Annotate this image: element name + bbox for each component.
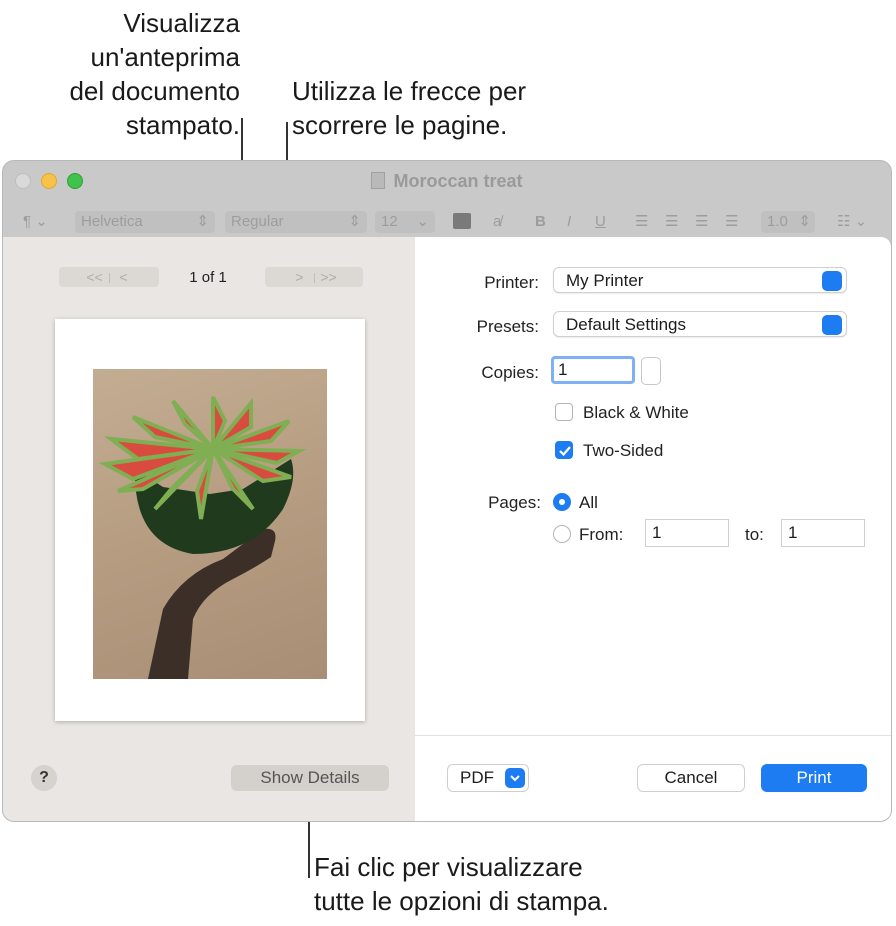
justify-icon: ☰: [725, 213, 739, 230]
presets-label: Presets:: [476, 317, 539, 336]
font-style-select[interactable]: Regular ⇕: [225, 211, 367, 233]
pdf-menu-button[interactable]: PDF: [447, 764, 529, 792]
align-right-icon: ☰: [695, 213, 709, 230]
pages-all-label: All: [579, 493, 598, 512]
justify-button[interactable]: ☰: [725, 211, 738, 233]
help-button[interactable]: ?: [31, 765, 57, 791]
presets-value: Default Settings: [566, 315, 687, 334]
italic-button[interactable]: I: [567, 211, 571, 233]
pages-range-radio[interactable]: [553, 525, 571, 543]
underline-button[interactable]: U: [595, 211, 606, 233]
chevron-down-icon: ⌄: [416, 213, 429, 230]
callout-arrows-line: Utilizza le frecce per: [292, 76, 527, 106]
printer-value: My Printer: [566, 271, 644, 290]
callout-preview-line: del documento: [69, 76, 240, 106]
two-sided-label: Two-Sided: [583, 441, 664, 460]
font-family-select[interactable]: Helvetica ⇕: [75, 211, 215, 233]
previous-page-button[interactable]: <: [110, 267, 138, 287]
title-bar: Moroccan treat: [3, 161, 891, 203]
print-sheet: << < 1 of 1 > >> ? Show Details Printer:…: [3, 237, 891, 821]
callout-arrows-line: scorrere le pagine.: [292, 110, 508, 140]
align-center-button[interactable]: ☰: [665, 211, 678, 233]
font-size-select[interactable]: 12 ⌄: [375, 211, 435, 233]
highlight-color-button[interactable]: a̸: [493, 211, 501, 233]
black-white-label: Black & White: [583, 403, 689, 422]
line-spacing-select[interactable]: 1.0 ⇕: [761, 211, 815, 233]
callout-details-line: Fai clic per visualizzare: [314, 852, 583, 882]
two-sided-checkbox[interactable]: [555, 441, 573, 459]
line-spacing-value: 1.0: [767, 213, 788, 230]
font-size-value: 12: [381, 213, 398, 230]
callout-arrows: Utilizza le frecce per scorrere le pagin…: [292, 74, 526, 142]
last-page-button[interactable]: >>: [315, 267, 343, 287]
page-count: 1 of 1: [189, 269, 227, 286]
presets-select[interactable]: Default Settings: [553, 311, 847, 337]
textedit-window: Moroccan treat ¶ ⌄ Helvetica ⇕ Regular ⇕ 1…: [2, 160, 892, 822]
preview-pane: << < 1 of 1 > >> ? Show Details: [3, 237, 415, 821]
watermelon-photo: [93, 369, 327, 679]
font-style-value: Regular: [231, 213, 284, 230]
copies-label: Copies:: [481, 363, 539, 382]
select-arrows-icon: ⇕: [798, 213, 811, 230]
page-preview: [55, 319, 365, 721]
select-arrows-icon: [822, 271, 842, 291]
text-color-swatch[interactable]: [453, 213, 471, 229]
align-center-icon: ☰: [665, 213, 679, 230]
callout-details-line: tutte le opzioni di stampa.: [314, 886, 609, 916]
callout-preview-line: Visualizza: [123, 8, 240, 38]
align-left-button[interactable]: ☰: [635, 211, 648, 233]
highlight-icon: a̸: [493, 213, 502, 230]
copies-stepper[interactable]: [641, 357, 661, 385]
bold-button[interactable]: B: [535, 211, 546, 233]
document-icon: [371, 172, 386, 189]
pages-from-label: From:: [579, 525, 624, 544]
pages-to-label: to:: [745, 525, 764, 544]
window-title: Moroccan treat: [3, 171, 891, 192]
callout-details: Fai clic per visualizzare tutte le opzio…: [314, 850, 609, 918]
select-arrows-icon: [822, 315, 842, 335]
chevron-down-icon: ⌄: [35, 213, 48, 230]
print-button[interactable]: Print: [761, 764, 867, 792]
align-right-button[interactable]: ☰: [695, 211, 708, 233]
window-title-text: Moroccan treat: [393, 171, 523, 191]
footer-divider: [415, 735, 891, 736]
list-style-button[interactable]: ☷ ⌄: [837, 211, 867, 233]
align-left-icon: ☰: [635, 213, 649, 230]
pdf-label: PDF: [460, 768, 494, 787]
paragraph-style-button[interactable]: ¶ ⌄: [23, 211, 48, 233]
printer-label: Printer:: [484, 273, 539, 292]
page-nav-back-group: << <: [59, 267, 159, 287]
first-page-button[interactable]: <<: [81, 267, 109, 287]
pages-from-field[interactable]: 1: [645, 519, 729, 547]
watermelon-illustration: [98, 396, 307, 679]
format-toolbar: ¶ ⌄ Helvetica ⇕ Regular ⇕ 12 ⌄ a̸ B I U ☰ ☰…: [3, 205, 891, 237]
callout-preview-line: stampato.: [125, 110, 240, 140]
printer-select[interactable]: My Printer: [553, 267, 847, 293]
select-arrows-icon: ⇕: [348, 213, 361, 230]
chevron-down-icon: [505, 768, 525, 788]
next-page-button[interactable]: >: [286, 267, 314, 287]
pages-to-field[interactable]: 1: [781, 519, 865, 547]
list-icon: ☷ ⌄: [837, 213, 868, 230]
select-arrows-icon: ⇕: [196, 213, 209, 230]
paragraph-icon: ¶: [23, 213, 32, 230]
pages-all-radio[interactable]: [553, 493, 571, 511]
callout-preview: Visualizza un'anteprima del documento st…: [40, 6, 240, 142]
callout-preview-line: un'anteprima: [90, 42, 241, 72]
page-nav-forward-group: > >>: [265, 267, 363, 287]
settings-pane: Printer: My Printer Presets: Default Set…: [415, 237, 891, 821]
copies-input[interactable]: 1: [551, 356, 635, 384]
font-family-value: Helvetica: [81, 213, 143, 230]
black-white-checkbox[interactable]: [555, 403, 573, 421]
checkmark-icon: [559, 446, 571, 457]
pages-label: Pages:: [488, 493, 541, 512]
cancel-button[interactable]: Cancel: [637, 764, 745, 792]
show-details-button[interactable]: Show Details: [231, 765, 389, 791]
